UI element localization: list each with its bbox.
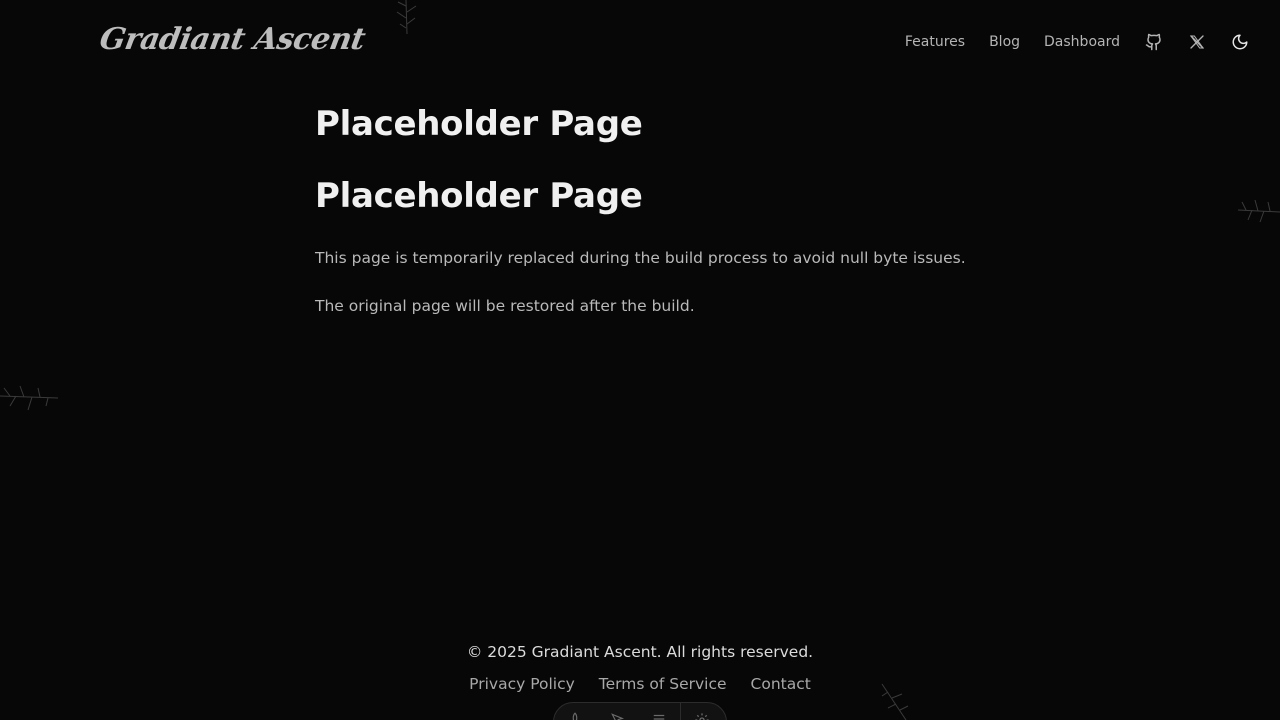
main-content: Placeholder Page Placeholder Page This p… (315, 100, 975, 318)
intro-paragraph: This page is temporarily replaced during… (315, 249, 966, 267)
nav-link-dashboard[interactable]: Dashboard (1044, 30, 1120, 54)
rocket-icon[interactable] (554, 703, 596, 720)
footer-links: Privacy Policy Terms of Service Contact (0, 672, 1280, 696)
moon-icon[interactable] (1230, 32, 1250, 52)
nav-link-features[interactable]: Features (905, 30, 965, 54)
dev-toolbar (553, 702, 727, 720)
x-twitter-icon[interactable] (1187, 32, 1207, 52)
footer-link-terms[interactable]: Terms of Service (599, 672, 727, 696)
leaf-decoration-right (1238, 199, 1280, 223)
cursor-icon[interactable] (596, 703, 638, 720)
footer-link-contact[interactable]: Contact (751, 672, 811, 696)
site-header: Gradiant Ascent Features Blog Dashboard (0, 0, 1280, 84)
site-footer: © 2025 Gradiant Ascent. All rights reser… (0, 640, 1280, 696)
nav-link-blog[interactable]: Blog (989, 30, 1020, 54)
leaf-decoration-left (0, 385, 59, 411)
menu-icon[interactable] (638, 703, 680, 720)
restore-paragraph: The original page will be restored after… (315, 297, 695, 315)
page-heading: Placeholder Page (315, 176, 643, 216)
copyright-text: © 2025 Gradiant Ascent. All rights reser… (466, 643, 814, 661)
page-title: Placeholder Page (315, 104, 643, 144)
footer-link-privacy[interactable]: Privacy Policy (469, 672, 575, 696)
main-nav: Features Blog Dashboard (905, 30, 1250, 54)
github-icon[interactable] (1144, 32, 1164, 52)
gear-icon[interactable] (681, 703, 723, 720)
site-logo[interactable]: Gradiant Ascent (96, 18, 368, 62)
